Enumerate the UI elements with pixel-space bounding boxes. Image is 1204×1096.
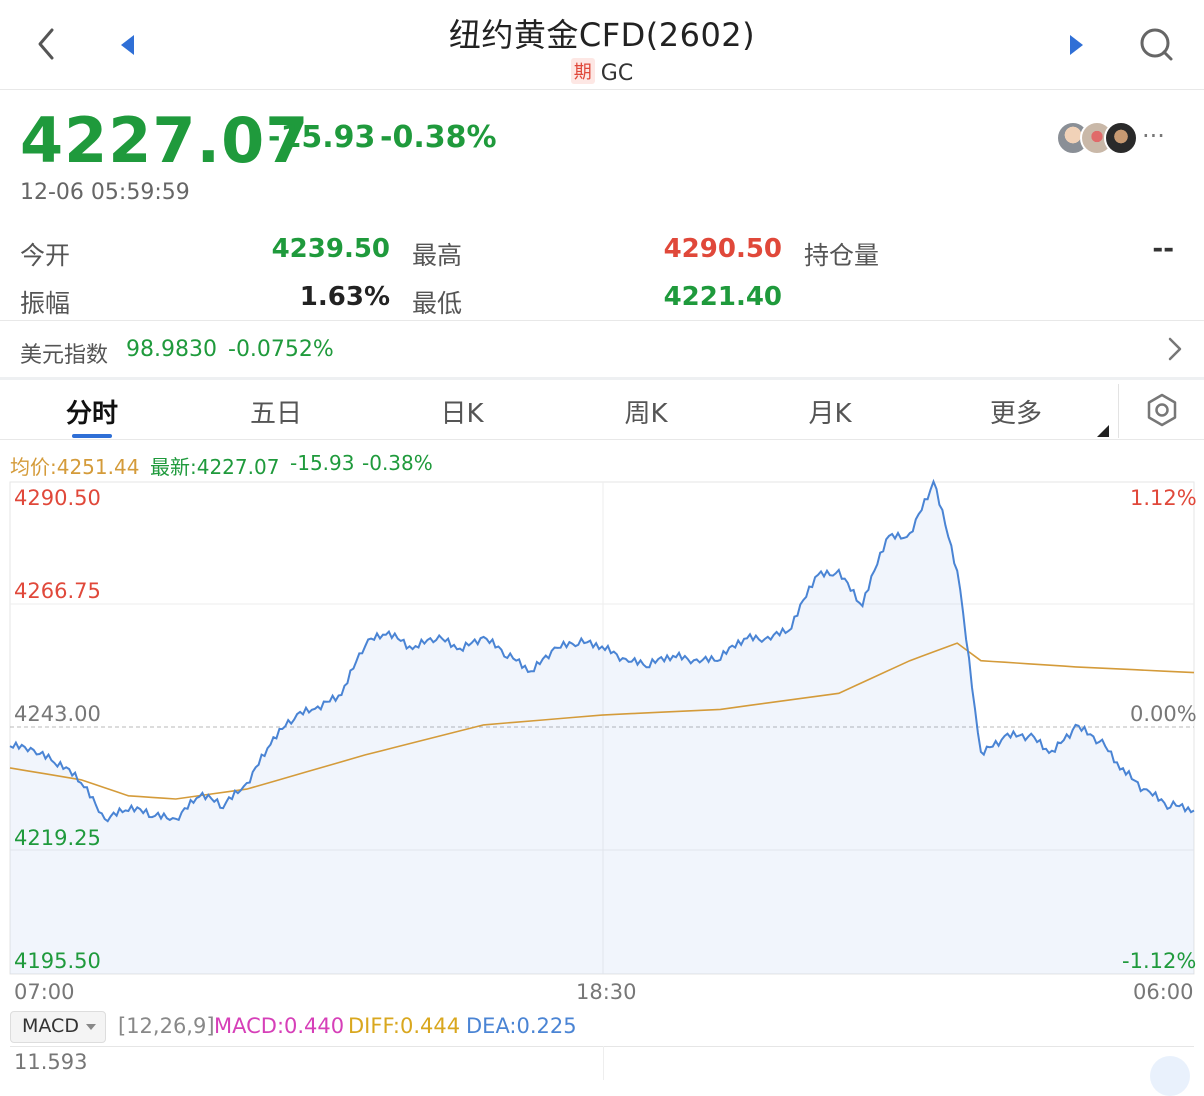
- avatar: [1104, 121, 1138, 155]
- quote-timestamp: 12-06 05:59:59: [20, 180, 190, 205]
- triangle-right-icon: [1070, 35, 1083, 55]
- search-button[interactable]: [1136, 24, 1176, 64]
- high-label: 最高: [412, 241, 463, 270]
- last-price: 4227.07: [20, 104, 310, 177]
- indicator-selector[interactable]: MACD: [10, 1011, 106, 1043]
- y-tick-label: 4195.50: [14, 949, 101, 973]
- diff-value: DIFF:0.444: [348, 1014, 461, 1038]
- page-title: 纽约黄金CFD(2602): [448, 16, 756, 54]
- usd-index-label: 美元指数: [20, 343, 109, 368]
- chart-settings-button[interactable]: [1144, 392, 1180, 428]
- usd-index-value: 98.9830: [126, 337, 217, 362]
- section-gap: [0, 377, 1204, 380]
- amplitude-label: 振幅: [20, 289, 71, 318]
- tab-monthly-k[interactable]: 月K: [790, 393, 870, 430]
- x-tick-label: 07:00: [14, 980, 75, 1004]
- legend-change: -15.93: [290, 451, 355, 475]
- caret-down-icon: [86, 1024, 96, 1030]
- community-avatars[interactable]: [1056, 121, 1138, 155]
- amplitude-value: 1.63%: [299, 282, 390, 312]
- y-tick-label: 4290.50: [14, 486, 101, 510]
- y-tick-label: 4243.00: [14, 702, 101, 726]
- open-label: 今开: [20, 241, 71, 270]
- dropdown-corner-icon: [1097, 425, 1109, 437]
- x-tick-label: 06:00: [1133, 980, 1194, 1004]
- more-menu-button[interactable]: ···: [1142, 122, 1165, 150]
- futures-badge: 期: [570, 58, 595, 84]
- legend-change-pct: -0.38%: [362, 451, 433, 475]
- macd-params: [12,26,9]: [118, 1014, 215, 1038]
- x-tick-label: 18:30: [576, 980, 637, 1004]
- tabs-divider: [0, 439, 1204, 440]
- tab-more[interactable]: 更多: [976, 393, 1056, 430]
- intraday-price-chart[interactable]: [0, 476, 1204, 986]
- tab-intraday[interactable]: 分时: [52, 393, 132, 430]
- pct-tick-label: 1.12%: [1130, 486, 1197, 510]
- pct-tick-label: -1.12%: [1122, 949, 1197, 973]
- tab-weekly-k[interactable]: 周K: [606, 393, 686, 430]
- macd-gridline-vertical: [603, 1046, 604, 1080]
- open-interest-label: 持仓量: [804, 241, 880, 270]
- contract-code: GC: [600, 61, 634, 86]
- active-tab-indicator: [72, 434, 112, 438]
- next-contract-button[interactable]: [1064, 32, 1088, 58]
- floating-action-button[interactable]: [1150, 1056, 1190, 1096]
- macd-plot-border: [10, 1046, 1194, 1047]
- chevron-right-icon: [1168, 337, 1182, 361]
- header-divider: [0, 89, 1204, 90]
- price-change-pct: -0.38%: [380, 120, 497, 155]
- macd-axis-label: 11.593: [14, 1050, 88, 1074]
- usd-index-row[interactable]: 美元指数 98.9830 -0.0752%: [0, 321, 1204, 377]
- open-value: 4239.50: [271, 234, 390, 264]
- low-value: 4221.40: [663, 282, 782, 312]
- open-interest-value: --: [1152, 234, 1174, 264]
- pct-tick-label: 0.00%: [1130, 702, 1197, 726]
- tab-settings-divider: [1118, 384, 1119, 438]
- y-tick-label: 4219.25: [14, 826, 101, 850]
- contract-subtitle: 期 GC: [0, 58, 1204, 86]
- tab-daily-k[interactable]: 日K: [422, 393, 502, 430]
- dea-value: DEA:0.225: [466, 1014, 577, 1038]
- price-area-fill: [10, 481, 1194, 974]
- tab-five-day[interactable]: 五日: [236, 393, 316, 430]
- high-value: 4290.50: [663, 234, 782, 264]
- usd-index-change: -0.0752%: [228, 337, 334, 362]
- macd-value: MACD:0.440: [214, 1014, 345, 1038]
- y-tick-label: 4266.75: [14, 579, 101, 603]
- price-change: -15.93: [268, 120, 376, 155]
- low-label: 最低: [412, 289, 463, 318]
- indicator-selector-label: MACD: [22, 1015, 79, 1037]
- settings-hexagon-icon: [1147, 393, 1177, 427]
- search-icon: [1140, 28, 1173, 61]
